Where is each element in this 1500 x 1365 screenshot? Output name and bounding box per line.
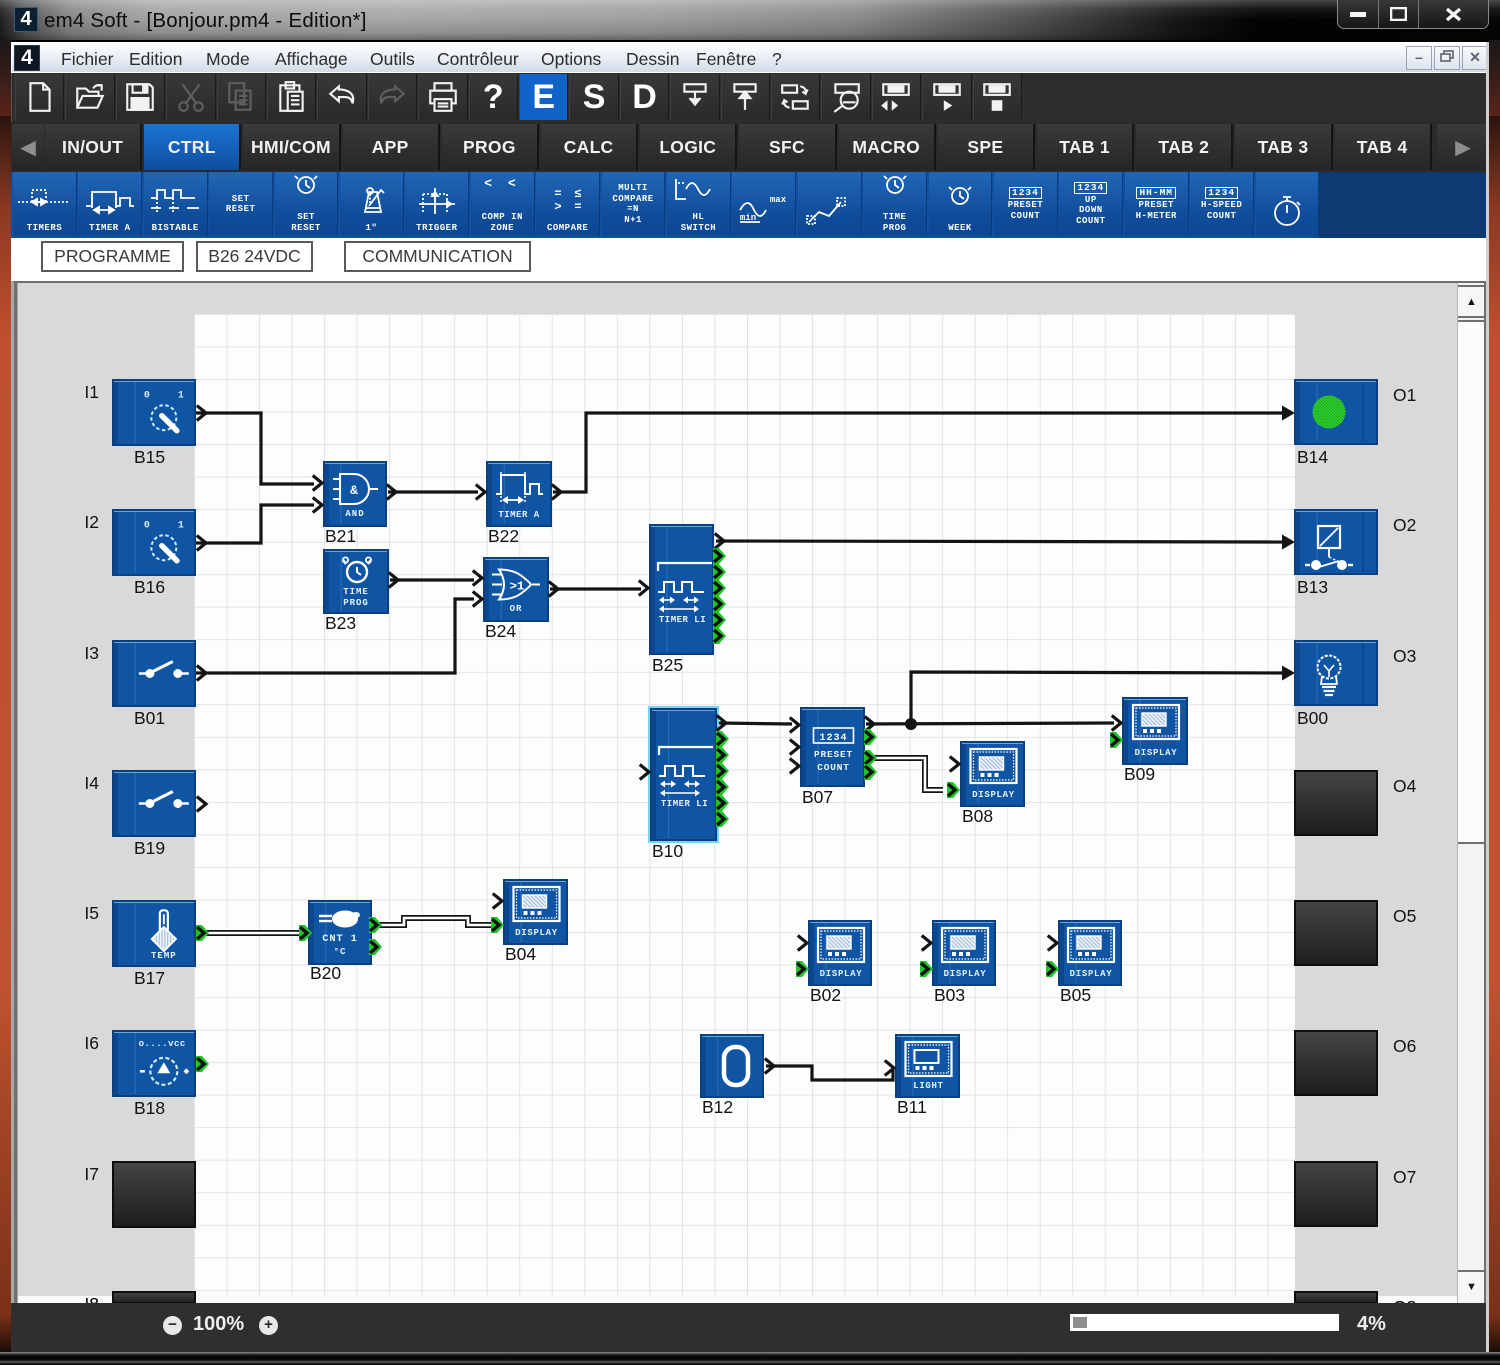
svg-text:AND: AND bbox=[345, 509, 364, 519]
svg-text:≤: ≤ bbox=[574, 187, 581, 201]
svg-text:&: & bbox=[350, 483, 358, 498]
svg-text:B25: B25 bbox=[652, 655, 683, 675]
svg-text:PROG: PROG bbox=[343, 598, 369, 608]
svg-text:DISPLAY: DISPLAY bbox=[515, 928, 558, 938]
svg-text:TIME: TIME bbox=[343, 587, 369, 597]
svg-text:B01: B01 bbox=[134, 708, 165, 728]
svg-text:O5: O5 bbox=[1393, 906, 1416, 926]
svg-text:I8: I8 bbox=[84, 1294, 99, 1303]
svg-text:1: 1 bbox=[178, 521, 184, 532]
svg-text:B13: B13 bbox=[1297, 577, 1328, 597]
svg-text:DISPLAY: DISPLAY bbox=[1135, 748, 1178, 758]
svg-text:=: = bbox=[554, 187, 561, 201]
svg-text:B08: B08 bbox=[962, 806, 993, 826]
svg-text:B20: B20 bbox=[310, 963, 341, 983]
svg-text:0: 0 bbox=[144, 391, 150, 402]
svg-text:B03: B03 bbox=[934, 985, 965, 1005]
svg-text:B18: B18 bbox=[134, 1098, 165, 1118]
svg-text:B17: B17 bbox=[134, 968, 165, 988]
svg-text:DISPLAY: DISPLAY bbox=[820, 969, 863, 979]
svg-text:B19: B19 bbox=[134, 838, 165, 858]
svg-text:B21: B21 bbox=[325, 526, 356, 546]
svg-text:B11: B11 bbox=[897, 1097, 927, 1117]
svg-text:>1: >1 bbox=[510, 580, 524, 594]
svg-text:DISPLAY: DISPLAY bbox=[972, 790, 1015, 800]
svg-text:B22: B22 bbox=[488, 526, 519, 546]
svg-text:I5: I5 bbox=[84, 903, 99, 923]
svg-text:I2: I2 bbox=[84, 512, 99, 532]
svg-text:>: > bbox=[554, 200, 561, 214]
svg-text:I4: I4 bbox=[84, 773, 99, 793]
svg-text:I3: I3 bbox=[84, 643, 99, 663]
svg-text:0: 0 bbox=[144, 521, 150, 532]
svg-text:1: 1 bbox=[178, 391, 184, 402]
svg-text:< <: < < bbox=[485, 176, 520, 191]
svg-text:DISPLAY: DISPLAY bbox=[944, 969, 987, 979]
svg-text:O1: O1 bbox=[1393, 385, 1416, 405]
svg-text:I6: I6 bbox=[84, 1033, 99, 1053]
svg-text:=: = bbox=[574, 200, 581, 214]
svg-text:1234: 1234 bbox=[819, 733, 847, 744]
svg-text:max: max bbox=[770, 195, 787, 205]
svg-text:COUNT: COUNT bbox=[817, 762, 850, 773]
svg-text:LIGHT: LIGHT bbox=[913, 1081, 944, 1091]
svg-text:I1: I1 bbox=[84, 382, 99, 402]
svg-text:B16: B16 bbox=[134, 577, 165, 597]
svg-text:O6: O6 bbox=[1393, 1036, 1416, 1056]
svg-text:OR: OR bbox=[510, 604, 523, 614]
svg-text:B10: B10 bbox=[652, 841, 683, 861]
svg-text:TIMER LI: TIMER LI bbox=[659, 615, 706, 625]
svg-text:I7: I7 bbox=[84, 1164, 99, 1184]
svg-text:B23: B23 bbox=[325, 613, 356, 633]
svg-text:B05: B05 bbox=[1060, 985, 1091, 1005]
svg-text:PRESET: PRESET bbox=[814, 749, 853, 760]
svg-text:B00: B00 bbox=[1297, 708, 1328, 728]
svg-text:TIMER LI: TIMER LI bbox=[661, 799, 708, 809]
svg-text:O7: O7 bbox=[1393, 1167, 1416, 1187]
svg-text:min: min bbox=[740, 213, 756, 223]
svg-text:O3: O3 bbox=[1393, 646, 1416, 666]
svg-text:B07: B07 bbox=[802, 787, 833, 807]
svg-text:CNT 1: CNT 1 bbox=[322, 933, 358, 945]
svg-text:TIMER A: TIMER A bbox=[498, 510, 539, 520]
svg-text:B14: B14 bbox=[1297, 447, 1328, 467]
svg-text:O2: O2 bbox=[1393, 515, 1416, 535]
svg-text:o....vcc: o....vcc bbox=[139, 1039, 186, 1049]
svg-text:DISPLAY: DISPLAY bbox=[1070, 969, 1113, 979]
svg-text:B24: B24 bbox=[485, 621, 516, 641]
svg-text:B02: B02 bbox=[810, 985, 841, 1005]
svg-text:O4: O4 bbox=[1393, 776, 1417, 796]
svg-text:°C: °C bbox=[334, 947, 346, 957]
svg-text:TEMP: TEMP bbox=[151, 951, 177, 961]
svg-text:B09: B09 bbox=[1124, 764, 1155, 784]
svg-text:B04: B04 bbox=[505, 944, 536, 964]
svg-text:B15: B15 bbox=[134, 447, 165, 467]
svg-text:B12: B12 bbox=[702, 1097, 733, 1117]
